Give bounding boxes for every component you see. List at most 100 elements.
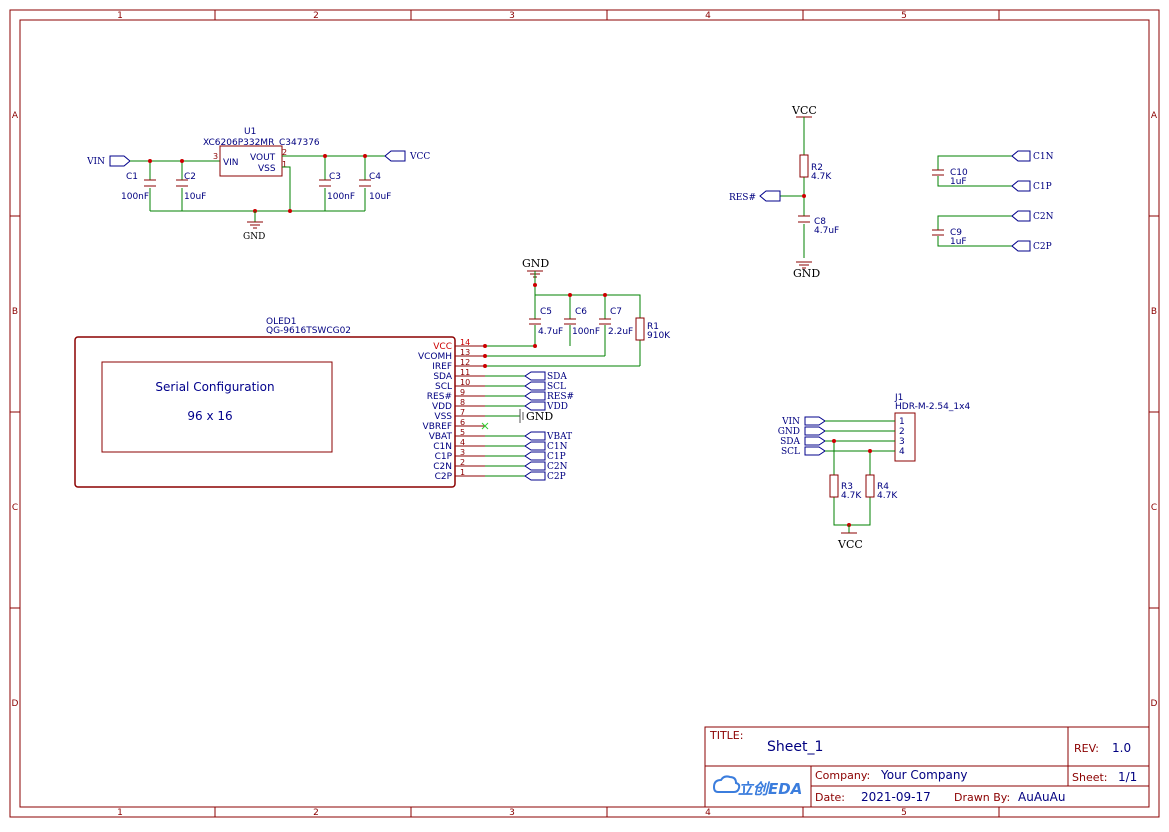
oled-net-port[interactable]: C2P [485, 471, 566, 482]
svg-text:VOUT: VOUT [250, 153, 276, 163]
resistor-r3[interactable]: R3 4.7K [829, 474, 862, 501]
svg-text:VSS: VSS [258, 164, 276, 174]
header-row[interactable]: SCL 4 [781, 446, 905, 457]
resistor-r1[interactable]: R1 910K [635, 317, 671, 341]
header-net-label: SDA [780, 437, 800, 447]
svg-text:GND: GND [243, 232, 265, 242]
oled-net-label: GND [526, 410, 553, 423]
oled-net-port[interactable]: C1N [485, 441, 568, 452]
regulator-u1[interactable]: U1 XC6206P332MR C347376 VIN VOUT VSS 3 2… [203, 127, 320, 177]
oled-net-port[interactable]: C1P [485, 451, 566, 462]
gnd-symbol: GND [522, 257, 549, 285]
oled-net-label: C1N [547, 442, 568, 452]
oled-net-label: C2P [547, 472, 566, 482]
svg-text:3: 3 [213, 152, 218, 161]
zone-col-bottom: 1 [117, 808, 123, 818]
oled-net-port[interactable]: SDA [485, 371, 567, 382]
capacitor-c3[interactable]: C3 100nF [319, 172, 355, 202]
net-port[interactable] [1011, 210, 1031, 222]
oled-pin-number: 3 [460, 448, 465, 457]
oled-pin-name: C2N [433, 462, 452, 472]
oled-pin-list: VCC 14VCOMH 13IREF 12SDA 11SCL 10RES# 9VDD 8VSS… [418, 338, 485, 482]
header-j1[interactable]: J1 HDR-M-2.54_1x4 [894, 393, 970, 462]
resistor-r2[interactable]: R2 4.7K [799, 154, 832, 182]
header-row[interactable]: GND 2 [778, 426, 905, 437]
capacitor-c6[interactable]: C6 100nF [564, 307, 600, 337]
oled-net-port[interactable]: C2N [485, 461, 568, 472]
net-port[interactable] [1011, 240, 1031, 252]
oled-pin-number: 8 [460, 398, 465, 407]
zone-col-top: 1 [117, 11, 123, 21]
oled-resolution-text: 96 x 16 [187, 409, 232, 423]
net-port[interactable] [1011, 150, 1031, 162]
drawn-by: AuAuAu [1018, 790, 1065, 804]
oled-pin-name: SCL [435, 382, 452, 392]
regulator-section: VIN C1 100nF C2 10uF U1 XC6206P332MR C34… [86, 127, 430, 242]
svg-text:XC6206P332MR: XC6206P332MR [203, 138, 274, 148]
gnd-symbol: GND [243, 211, 265, 242]
svg-text:C6: C6 [575, 307, 587, 317]
oled-config-text: Serial Configuration [155, 380, 274, 394]
svg-text:100nF: 100nF [572, 327, 600, 337]
oled-pin-name: VDD [432, 402, 452, 412]
svg-text:2.2uF: 2.2uF [608, 327, 633, 337]
vcc-port[interactable] [384, 150, 406, 162]
header-pin-number: 1 [899, 417, 905, 427]
zone-row-right: C [1151, 503, 1157, 513]
capacitor-c4[interactable]: C4 10uF [359, 172, 391, 202]
res-port[interactable] [759, 190, 781, 202]
net-port[interactable] [1011, 180, 1031, 192]
oled-pin-number: 10 [460, 378, 470, 387]
oled-pin-name: VBAT [429, 432, 453, 442]
capacitor-c5[interactable]: C5 4.7uF [529, 307, 563, 337]
res-net-label: RES# [729, 193, 756, 203]
gnd-symbol: GND [485, 409, 553, 423]
oled-pin-number: 4 [460, 438, 465, 447]
oled-pin-name: C1N [433, 442, 452, 452]
drawing-frame: 1 2 3 4 5 1 2 3 4 5 A B C D A B C D [9, 9, 1160, 818]
header-pin-number: 3 [899, 437, 905, 447]
date: 2021-09-17 [861, 790, 931, 804]
svg-text:C7: C7 [610, 307, 622, 317]
zone-row-left: A [12, 111, 19, 121]
svg-text:GND: GND [522, 257, 549, 270]
oled-pin-number: 12 [460, 358, 470, 367]
svg-text:REV:: REV: [1074, 742, 1099, 755]
oled-pin-name: VCOMH [418, 352, 452, 362]
oled-pin-name: VBREF [423, 422, 452, 432]
capacitor-c1[interactable]: C1 100nF [121, 172, 156, 202]
oled-net-port[interactable]: RES# [485, 391, 574, 402]
oled-section: GND C5 4.7uF C6 100nF C7 2.2uF R1 910K O… [74, 257, 671, 488]
oled-net-port[interactable]: VBAT [485, 431, 572, 442]
vin-port[interactable] [109, 155, 131, 167]
svg-text:HDR-M-2.54_1x4: HDR-M-2.54_1x4 [895, 402, 970, 412]
capacitor-c2[interactable]: C2 10uF [176, 172, 206, 202]
svg-text:4.7uF: 4.7uF [814, 226, 839, 236]
zone-col-top: 3 [509, 11, 515, 21]
net-label: C1P [1033, 182, 1052, 192]
oled-pin-name: IREF [432, 362, 452, 372]
capacitor-c7[interactable]: C7 2.2uF [599, 307, 633, 337]
oled-net-label: C1P [547, 452, 566, 462]
oled-pin-number: 1 [460, 468, 465, 477]
oled-module[interactable]: OLED1 QG-9616TSWCG02 Serial Configuratio… [74, 317, 456, 488]
oled-net-port[interactable]: SCL [485, 381, 566, 392]
sheet-title: Sheet_1 [767, 739, 823, 755]
zone-row-left: C [12, 503, 18, 513]
header-row[interactable]: VIN 1 [781, 416, 905, 427]
capacitor-c9[interactable]: C91uFC2NC2P [932, 210, 1054, 252]
charge-pump-section: C101uFC1NC1P C91uFC2NC2P [932, 150, 1054, 252]
zone-col-bottom: 4 [705, 808, 711, 818]
header-section: J1 HDR-M-2.54_1x4 VIN 1 GND 2 SDA 3 SCL 4 R3 4.… [778, 393, 971, 551]
zone-col-top: 4 [705, 11, 711, 21]
oled-pin-name: C1P [435, 452, 453, 462]
oled-pin-number: 7 [460, 408, 465, 417]
net-label: C2P [1033, 242, 1052, 252]
svg-text:GND: GND [793, 267, 820, 280]
gnd-symbol: GND [793, 261, 820, 280]
svg-text:C3: C3 [329, 172, 341, 182]
capacitor-c10[interactable]: C101uFC1NC1P [932, 150, 1054, 192]
header-row[interactable]: SDA 3 [780, 436, 905, 447]
resistor-r4[interactable]: R4 4.7K [865, 474, 898, 501]
svg-text:Date:: Date: [815, 791, 845, 804]
